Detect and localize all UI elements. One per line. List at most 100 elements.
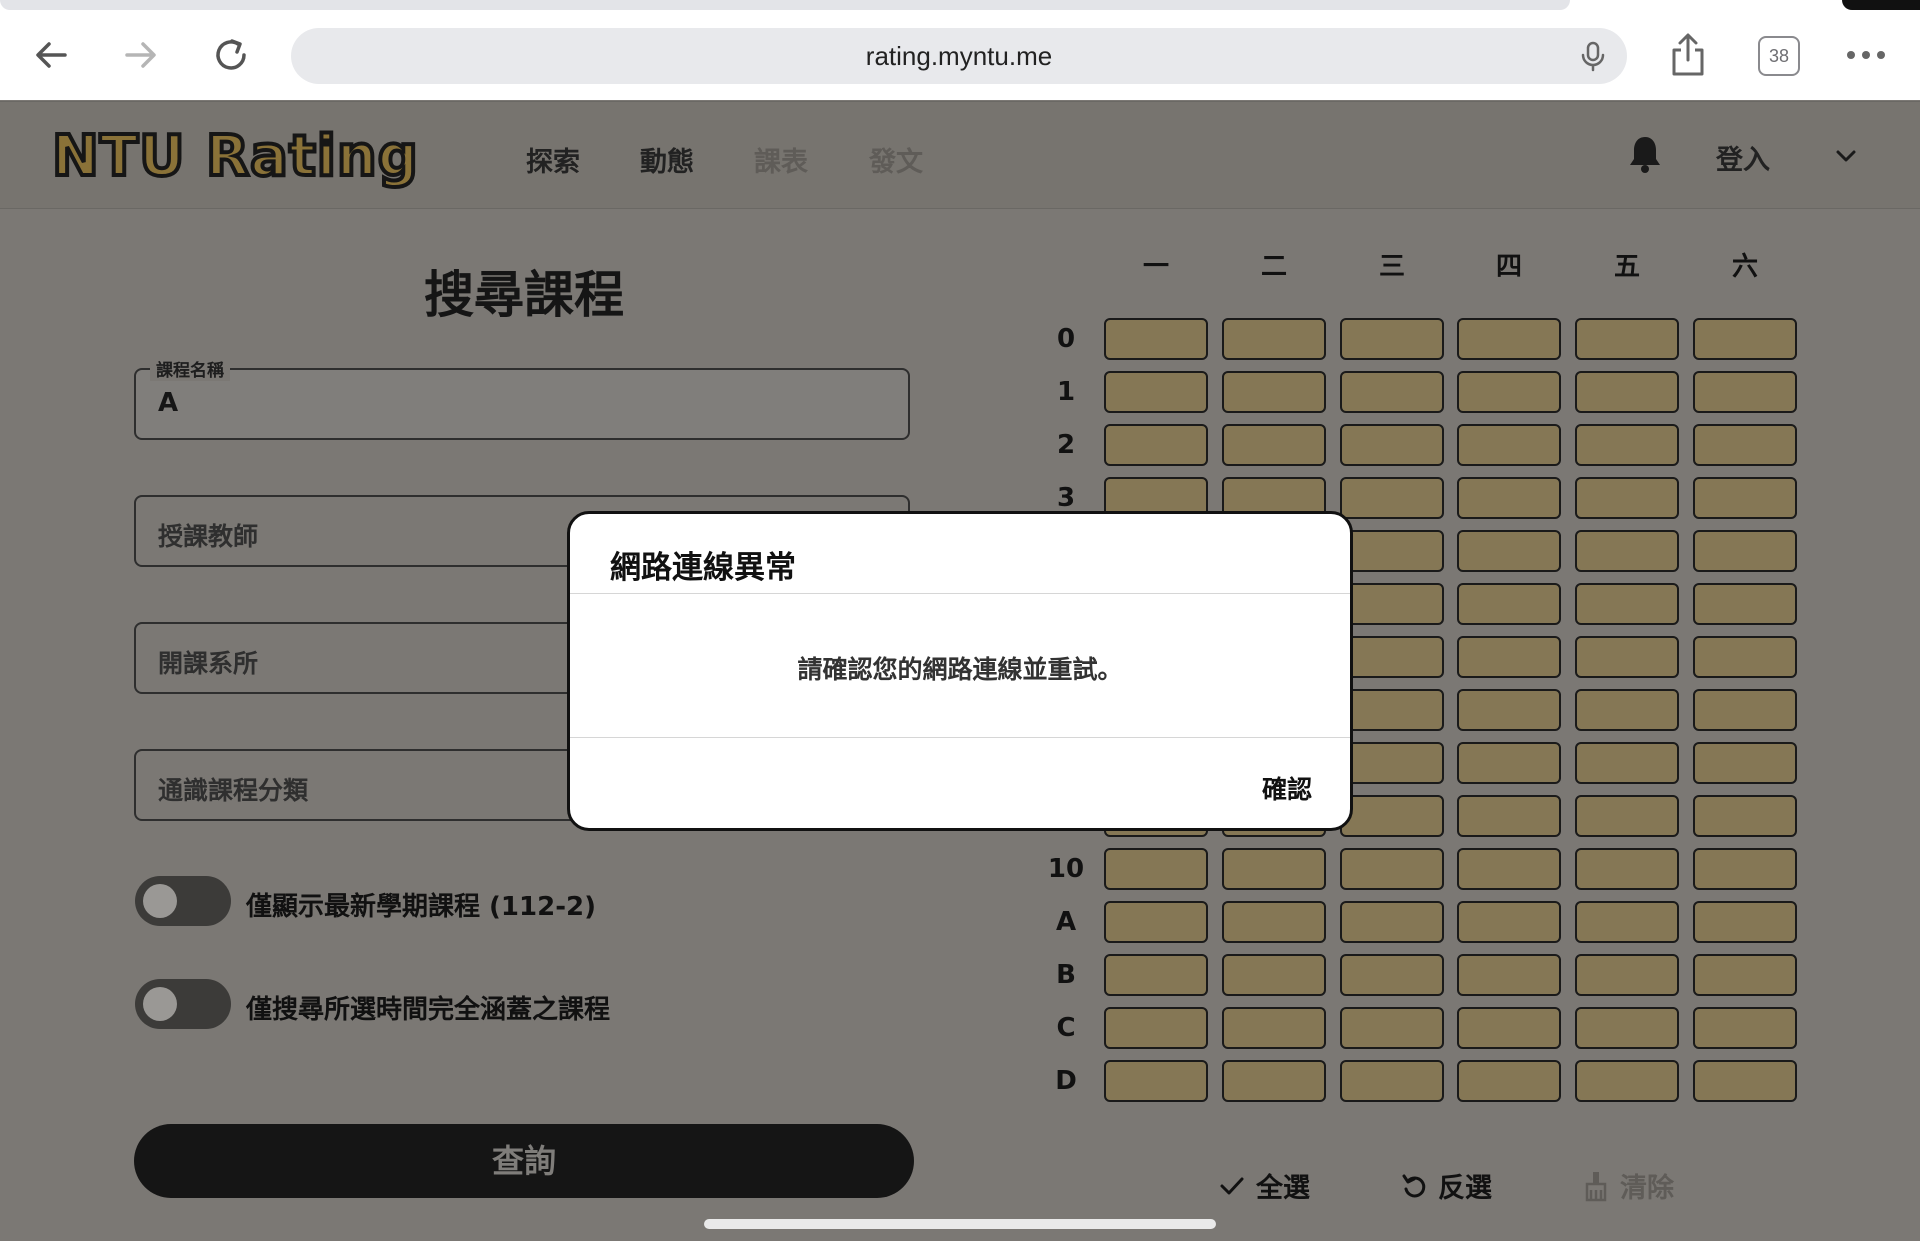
- timeslot-cell[interactable]: [1457, 1007, 1561, 1049]
- day-header[interactable]: 五: [1575, 246, 1679, 283]
- nav-feed[interactable]: 動態: [640, 140, 694, 179]
- day-header[interactable]: 三: [1340, 246, 1444, 283]
- timeslot-cell[interactable]: [1457, 530, 1561, 572]
- timeslot-cell[interactable]: [1457, 636, 1561, 678]
- timeslot-cell[interactable]: [1693, 901, 1797, 943]
- timeslot-cell[interactable]: [1104, 1007, 1208, 1049]
- timeslot-cell[interactable]: [1104, 318, 1208, 360]
- timeslot-cell[interactable]: [1457, 318, 1561, 360]
- timeslot-cell[interactable]: [1222, 318, 1326, 360]
- login-button[interactable]: 登入: [1716, 138, 1770, 177]
- timeslot-cell[interactable]: [1340, 583, 1444, 625]
- timeslot-cell[interactable]: [1104, 848, 1208, 890]
- timeslot-cell[interactable]: [1222, 1007, 1326, 1049]
- timeslot-cell[interactable]: [1457, 954, 1561, 996]
- timeslot-cell[interactable]: [1340, 689, 1444, 731]
- timeslot-cell[interactable]: [1457, 424, 1561, 466]
- timeslot-cell[interactable]: [1457, 795, 1561, 837]
- timeslot-cell[interactable]: [1693, 848, 1797, 890]
- timeslot-cell[interactable]: [1104, 954, 1208, 996]
- timeslot-cell[interactable]: [1693, 742, 1797, 784]
- period-label[interactable]: D: [1040, 1066, 1092, 1096]
- period-label[interactable]: B: [1040, 960, 1092, 990]
- tab-count-button[interactable]: 38: [1758, 36, 1800, 76]
- timeslot-cell[interactable]: [1575, 530, 1679, 572]
- timeslot-cell[interactable]: [1222, 848, 1326, 890]
- timeslot-cell[interactable]: [1457, 371, 1561, 413]
- back-button[interactable]: [26, 30, 76, 80]
- timeslot-cell[interactable]: [1693, 477, 1797, 519]
- timeslot-cell[interactable]: [1340, 901, 1444, 943]
- timeslot-cell[interactable]: [1693, 954, 1797, 996]
- select-all-button[interactable]: 全選: [1218, 1166, 1310, 1205]
- timeslot-cell[interactable]: [1340, 530, 1444, 572]
- timeslot-cell[interactable]: [1340, 636, 1444, 678]
- timeslot-cell[interactable]: [1575, 901, 1679, 943]
- timeslot-cell[interactable]: [1575, 954, 1679, 996]
- timeslot-cell[interactable]: [1575, 848, 1679, 890]
- timeslot-cell[interactable]: [1575, 1060, 1679, 1102]
- timeslot-cell[interactable]: [1575, 742, 1679, 784]
- timeslot-cell[interactable]: [1457, 901, 1561, 943]
- nav-post[interactable]: 發文: [869, 140, 923, 179]
- timeslot-cell[interactable]: [1104, 901, 1208, 943]
- dialog-confirm-button[interactable]: 確認: [1262, 770, 1312, 806]
- period-label[interactable]: 3: [1040, 483, 1092, 513]
- clear-button[interactable]: 清除: [1582, 1166, 1674, 1205]
- forward-button[interactable]: [116, 30, 166, 80]
- timeslot-cell[interactable]: [1693, 424, 1797, 466]
- timeslot-cell[interactable]: [1457, 848, 1561, 890]
- timeslot-cell[interactable]: [1457, 1060, 1561, 1102]
- timeslot-cell[interactable]: [1340, 1060, 1444, 1102]
- period-label[interactable]: 2: [1040, 430, 1092, 460]
- timeslot-cell[interactable]: [1457, 742, 1561, 784]
- timeslot-cell[interactable]: [1693, 795, 1797, 837]
- timeslot-cell[interactable]: [1104, 424, 1208, 466]
- address-bar[interactable]: rating.myntu.me: [291, 28, 1627, 84]
- timeslot-cell[interactable]: [1575, 795, 1679, 837]
- timeslot-cell[interactable]: [1693, 371, 1797, 413]
- timeslot-cell[interactable]: [1104, 1060, 1208, 1102]
- chevron-down-icon[interactable]: [1832, 142, 1860, 170]
- timeslot-cell[interactable]: [1340, 477, 1444, 519]
- timeslot-cell[interactable]: [1222, 424, 1326, 466]
- period-label[interactable]: A: [1040, 907, 1092, 937]
- timeslot-cell[interactable]: [1340, 1007, 1444, 1049]
- timeslot-cell[interactable]: [1222, 954, 1326, 996]
- tab-strip[interactable]: [0, 0, 1570, 10]
- course-name-value[interactable]: A: [158, 388, 178, 418]
- timeslot-cell[interactable]: [1693, 1060, 1797, 1102]
- timeslot-cell[interactable]: [1693, 636, 1797, 678]
- timeslot-cell[interactable]: [1340, 954, 1444, 996]
- timeslot-cell[interactable]: [1575, 583, 1679, 625]
- timeslot-cell[interactable]: [1340, 371, 1444, 413]
- day-header[interactable]: 一: [1104, 246, 1208, 283]
- timeslot-cell[interactable]: [1340, 848, 1444, 890]
- share-button[interactable]: [1663, 30, 1713, 80]
- period-label[interactable]: 0: [1040, 324, 1092, 354]
- timeslot-cell[interactable]: [1222, 901, 1326, 943]
- timeslot-cell[interactable]: [1457, 477, 1561, 519]
- reload-button[interactable]: [206, 30, 256, 80]
- day-header[interactable]: 四: [1457, 246, 1561, 283]
- latest-semester-toggle[interactable]: [135, 876, 231, 926]
- timeslot-cell[interactable]: [1693, 1007, 1797, 1049]
- timeslot-cell[interactable]: [1457, 689, 1561, 731]
- day-header[interactable]: 六: [1693, 246, 1797, 283]
- timeslot-cell[interactable]: [1575, 477, 1679, 519]
- timeslot-cell[interactable]: [1340, 795, 1444, 837]
- timeslot-cell[interactable]: [1575, 371, 1679, 413]
- timeslot-cell[interactable]: [1693, 583, 1797, 625]
- site-logo[interactable]: NTU Rating: [50, 122, 420, 191]
- timeslot-cell[interactable]: [1575, 1007, 1679, 1049]
- more-menu-button[interactable]: [1841, 30, 1891, 80]
- course-name-field[interactable]: 課程名稱 A: [134, 356, 910, 440]
- period-label[interactable]: C: [1040, 1013, 1092, 1043]
- timeslot-cell[interactable]: [1222, 371, 1326, 413]
- time-cover-toggle[interactable]: [135, 979, 231, 1029]
- timeslot-cell[interactable]: [1104, 371, 1208, 413]
- timeslot-cell[interactable]: [1693, 318, 1797, 360]
- period-label[interactable]: 10: [1040, 854, 1092, 884]
- timeslot-cell[interactable]: [1457, 583, 1561, 625]
- nav-explore[interactable]: 探索: [526, 140, 580, 179]
